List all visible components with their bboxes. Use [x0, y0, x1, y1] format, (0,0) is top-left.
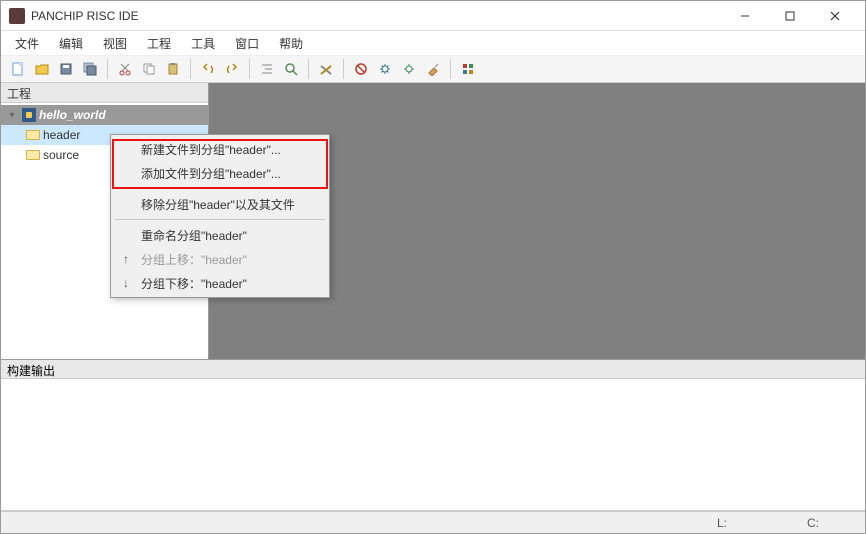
- save-icon[interactable]: [55, 58, 77, 80]
- close-button[interactable]: [812, 2, 857, 30]
- ctx-separator: [115, 188, 325, 189]
- build-output-body[interactable]: [1, 379, 865, 511]
- ctx-rename-group[interactable]: 重命名分组"header": [113, 223, 327, 247]
- menubar: 文件 编辑 视图 工程 工具 窗口 帮助: [1, 31, 865, 55]
- window-title: PANCHIP RISC IDE: [31, 9, 722, 23]
- project-label: hello_world: [39, 108, 106, 122]
- cut-icon[interactable]: [114, 58, 136, 80]
- toolbar-separator: [450, 59, 451, 79]
- maximize-button[interactable]: [767, 2, 812, 30]
- menu-tools[interactable]: 工具: [181, 31, 225, 55]
- copy-icon[interactable]: [138, 58, 160, 80]
- toolbar-separator: [343, 59, 344, 79]
- chevron-down-icon[interactable]: ▾: [5, 110, 19, 121]
- toolbar: [1, 55, 865, 83]
- redo-icon[interactable]: [221, 58, 243, 80]
- menu-view[interactable]: 视图: [93, 31, 137, 55]
- ctx-move-down[interactable]: ↓ 分组下移："header": [113, 271, 327, 295]
- tree-item-label: source: [43, 148, 79, 162]
- toolbar-separator: [107, 59, 108, 79]
- settings-icon[interactable]: [315, 58, 337, 80]
- build-output-title: 构建输出: [1, 359, 865, 379]
- grid-icon[interactable]: [457, 58, 479, 80]
- run-icon[interactable]: [398, 58, 420, 80]
- status-col: C:: [807, 516, 857, 530]
- minimize-button[interactable]: [722, 2, 767, 30]
- arrow-up-icon: ↑: [119, 252, 133, 266]
- stop-icon[interactable]: [350, 58, 372, 80]
- status-line: L:: [717, 516, 767, 530]
- build-icon[interactable]: [374, 58, 396, 80]
- new-file-icon[interactable]: [7, 58, 29, 80]
- toolbar-separator: [308, 59, 309, 79]
- arrow-down-icon: ↓: [119, 276, 133, 290]
- paste-icon[interactable]: [162, 58, 184, 80]
- ctx-new-file[interactable]: 新建文件到分组"header"...: [113, 137, 327, 161]
- save-all-icon[interactable]: [79, 58, 101, 80]
- open-folder-icon[interactable]: [31, 58, 53, 80]
- search-icon[interactable]: [280, 58, 302, 80]
- menu-help[interactable]: 帮助: [269, 31, 313, 55]
- ctx-separator: [115, 219, 325, 220]
- ctx-add-file[interactable]: 添加文件到分组"header"...: [113, 161, 327, 185]
- folder-icon: [25, 148, 41, 162]
- menu-project[interactable]: 工程: [137, 31, 181, 55]
- tree-item-label: header: [43, 128, 80, 142]
- toolbar-separator: [190, 59, 191, 79]
- folder-icon: [25, 128, 41, 142]
- indent-icon[interactable]: [256, 58, 278, 80]
- toolbar-separator: [249, 59, 250, 79]
- menu-file[interactable]: 文件: [5, 31, 49, 55]
- titlebar: PANCHIP RISC IDE: [1, 1, 865, 31]
- clean-icon[interactable]: [422, 58, 444, 80]
- statusbar: L: C:: [1, 511, 865, 533]
- project-icon: [21, 108, 37, 122]
- app-icon: [9, 8, 25, 24]
- ctx-remove-group[interactable]: 移除分组"header"以及其文件: [113, 192, 327, 216]
- project-panel-title: 工程: [1, 83, 208, 103]
- ctx-move-up: ↑ 分组上移："header": [113, 247, 327, 271]
- menu-edit[interactable]: 编辑: [49, 31, 93, 55]
- tree-project-root[interactable]: ▾ hello_world: [1, 105, 208, 125]
- context-menu: 新建文件到分组"header"... 添加文件到分组"header"... 移除…: [110, 134, 330, 298]
- undo-icon[interactable]: [197, 58, 219, 80]
- menu-window[interactable]: 窗口: [225, 31, 269, 55]
